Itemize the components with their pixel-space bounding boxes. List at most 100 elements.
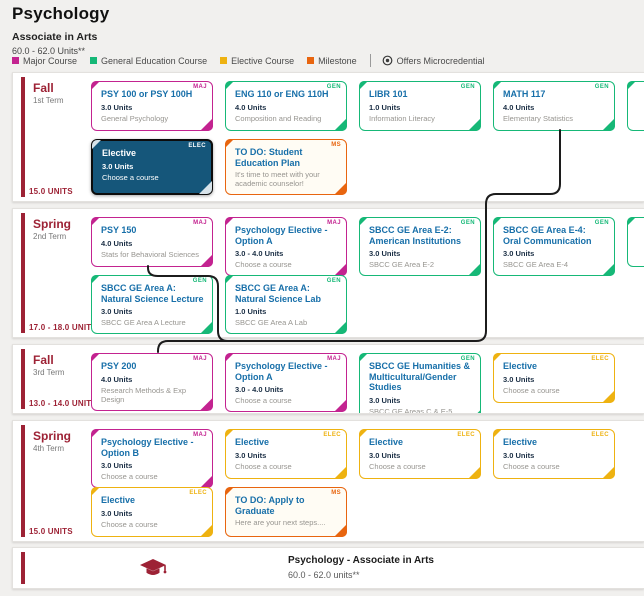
card-title: Elective: [235, 437, 338, 448]
legend-divider: [370, 54, 371, 67]
card-units: 4.0 Units: [503, 103, 606, 112]
card-units: 3.0 Units: [101, 509, 204, 518]
course-card[interactable]: MAJPsychology Elective - Option B3.0 Uni…: [91, 429, 213, 488]
card-title: MATH 117: [503, 89, 606, 100]
card-type-badge: GEN: [595, 220, 609, 226]
microcredential-icon: [382, 55, 393, 66]
course-card[interactable]: ELECElective3.0 UnitsChoose a course: [91, 487, 213, 537]
card-subtitle: General Psychology: [101, 114, 204, 123]
card-subtitle: Choose a course: [503, 386, 606, 395]
card-units: 4.0 Units: [235, 103, 338, 112]
term-row: Fall3rd Term13.0 - 14.0 UNITSMAJPSY 2004…: [12, 344, 644, 414]
course-card[interactable]: GENSBCC GE Area A: Natural Science Lectu…: [91, 275, 213, 334]
term-season: Fall: [33, 81, 54, 95]
legend-item-elective-course: Elective Course: [220, 56, 294, 66]
legend-item-major-course: Major Course: [12, 56, 77, 66]
course-card[interactable]: MAJPsychology Elective - Option A3.0 - 4…: [225, 353, 347, 412]
card-title: Psychology Elective - Option B: [101, 437, 204, 458]
card-title: ENG 110 or ENG 110H: [235, 89, 338, 100]
card-type-badge: MS: [331, 142, 341, 148]
card-subtitle: SBCC GE Area A Lab: [235, 318, 338, 327]
course-card[interactable]: MSTO DO: Apply to GraduateHere are your …: [225, 487, 347, 537]
course-card[interactable]: ELECElective3.0 UnitsChoose a course: [91, 139, 213, 195]
course-card[interactable]: GENSBCC GE Area E-2: American Institutio…: [359, 217, 481, 276]
course-card[interactable]: GENLIBR 1011.0 UnitsInformation Literacy: [359, 81, 481, 131]
row-accent-bar: [21, 213, 25, 333]
course-card[interactable]: GENENG 110 or ENG 110H4.0 UnitsCompositi…: [225, 81, 347, 131]
card-subtitle: Choose a course: [369, 462, 472, 471]
card-units: 3.0 Units: [369, 396, 472, 405]
card-line: ELECElective3.0 UnitsChoose a courseMSTO…: [91, 139, 347, 195]
card-subtitle: Research Methods & Exp Design: [101, 386, 204, 404]
card-type-badge: GEN: [595, 84, 609, 90]
row-accent-bar: [21, 425, 25, 537]
course-card[interactable]: GENSBCC GE Area A: Natural Science Lab1.…: [225, 275, 347, 334]
course-card[interactable]: GENSBCC GE Area E-4: Oral Communication3…: [493, 217, 615, 276]
card-title: Elective: [102, 148, 203, 159]
course-card[interactable]: [627, 217, 644, 267]
course-card[interactable]: GENSBCC GE Humanities & Multicultural/Ge…: [359, 353, 481, 414]
course-card[interactable]: MSTO DO: Student Education PlanIt's time…: [225, 139, 347, 195]
course-card[interactable]: [627, 81, 644, 131]
card-type-badge: ELEC: [323, 432, 341, 438]
card-type-badge: MAJ: [327, 220, 341, 226]
legend-item-milestone: Milestone: [307, 56, 357, 66]
card-subtitle: SBCC GE Areas C & E-5: [369, 407, 472, 415]
card-type-badge: MAJ: [327, 356, 341, 362]
card-type-badge: ELEC: [591, 432, 609, 438]
term-label: 2nd Term: [33, 232, 66, 241]
term-label: 4th Term: [33, 444, 64, 453]
card-subtitle: SBCC GE Area A Lecture: [101, 318, 204, 327]
term-units: 13.0 - 14.0 UNITS: [29, 399, 97, 408]
card-type-badge: MS: [331, 490, 341, 496]
card-line: MAJPSY 100 or PSY 100H 3.0 Units General P…: [91, 81, 644, 131]
card-subtitle: Information Literacy: [369, 114, 472, 123]
card-line: MAJPsychology Elective - Option B3.0 Uni…: [91, 429, 615, 488]
microcredential-label: Offers Microcredential: [397, 56, 485, 66]
term-season: Spring: [33, 217, 71, 231]
card-subtitle: Choose a course: [503, 462, 606, 471]
card-units: 3.0 - 4.0 Units: [235, 385, 338, 394]
card-units: 4.0 Units: [101, 239, 204, 248]
card-type-badge: GEN: [461, 220, 475, 226]
legend-label: Milestone: [318, 56, 357, 66]
course-card[interactable]: MAJPSY 100 or PSY 100H 3.0 Units General P…: [91, 81, 213, 131]
row-accent-bar: [21, 349, 25, 409]
term-label: 1st Term: [33, 96, 64, 105]
card-type-badge: ELEC: [188, 143, 206, 149]
card-units: 3.0 - 4.0 Units: [235, 249, 338, 258]
card-type-badge: MAJ: [193, 84, 207, 90]
course-card[interactable]: ELECElective3.0 UnitsChoose a course: [225, 429, 347, 479]
legend-items: Major Course General Education Course Elec…: [12, 56, 370, 66]
course-card[interactable]: MAJPSY 2004.0 UnitsResearch Methods & Ex…: [91, 353, 213, 411]
course-card[interactable]: ELECElective3.0 UnitsChoose a course: [493, 429, 615, 479]
card-title: PSY 100 or PSY 100H: [101, 89, 204, 100]
card-subtitle: Choose a course: [235, 462, 338, 471]
course-card[interactable]: MAJPsychology Elective - Option A3.0 - 4…: [225, 217, 347, 276]
card-title: PSY 200: [101, 361, 204, 372]
legend-item-general-education-course: General Education Course: [90, 56, 207, 66]
terms-container: Fall1st Term15.0 UNITSMAJPSY 100 or PSY …: [0, 72, 644, 548]
course-card[interactable]: ELECElective3.0 UnitsChoose a course: [359, 429, 481, 479]
card-subtitle: Stats for Behavioral Sciences: [101, 250, 204, 259]
card-units: 3.0 Units: [101, 103, 204, 112]
card-units: 3.0 Units: [503, 375, 606, 384]
legend-label: Elective Course: [231, 56, 294, 66]
course-card[interactable]: ELECElective3.0 UnitsChoose a course: [493, 353, 615, 403]
term-season: Spring: [33, 429, 71, 443]
graduation-cap-icon: [139, 557, 167, 581]
card-type-badge: GEN: [461, 84, 475, 90]
term-row: Spring4th Term15.0 UNITSMAJPsychology El…: [12, 420, 644, 542]
term-row: Spring2nd Term17.0 - 18.0 UNITSMAJPSY 15…: [12, 208, 644, 338]
course-card[interactable]: MAJPSY 1504.0 UnitsStats for Behavioral …: [91, 217, 213, 267]
card-line: ELECElective3.0 UnitsChoose a courseMSTO…: [91, 487, 347, 537]
card-subtitle: Elementary Statistics: [503, 114, 606, 123]
legend-swatch: [220, 57, 227, 64]
page-title: Psychology: [12, 4, 109, 24]
footer-program-units: 60.0 - 62.0 units**: [288, 570, 360, 580]
card-subtitle: Choose a course: [101, 472, 204, 481]
card-units: 1.0 Units: [235, 307, 338, 316]
card-title: Elective: [503, 437, 606, 448]
course-card[interactable]: GENMATH 117 4.0 Units Elementary Statistic…: [493, 81, 615, 131]
card-title: SBCC GE Area E-4: Oral Communication: [503, 225, 606, 246]
